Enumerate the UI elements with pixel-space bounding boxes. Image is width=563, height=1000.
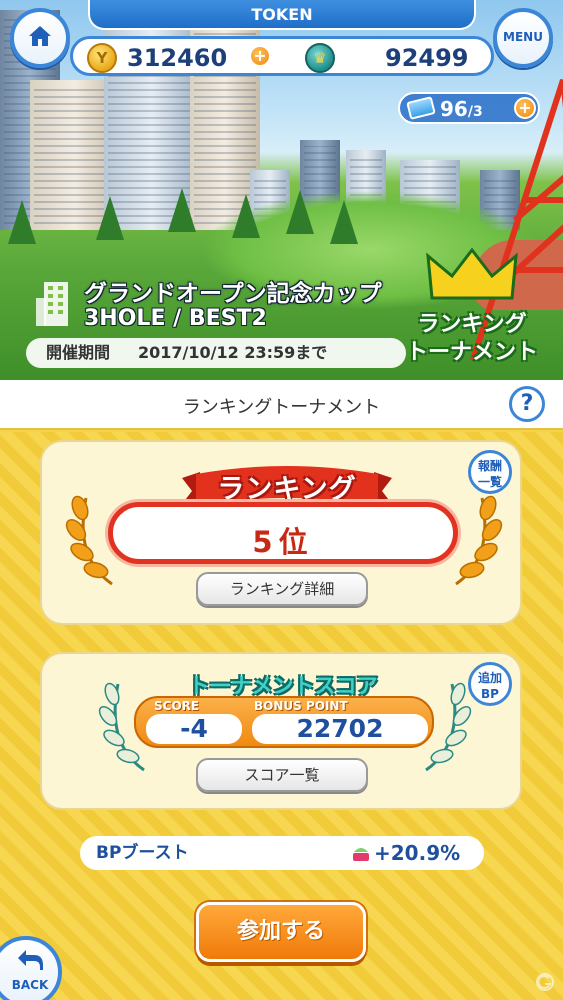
home-button[interactable] (10, 8, 70, 68)
bp-boost-label: BPブースト (96, 843, 189, 863)
building-icon (36, 282, 68, 326)
ranking-tournament-badge: ランキング トーナメント (398, 248, 546, 372)
period-label: 開催期間 (46, 343, 111, 362)
join-button[interactable]: 参加する (196, 902, 366, 962)
ranking-ribbon-label: ランキング (217, 474, 357, 505)
back-label: BACK (11, 978, 49, 992)
score-value: -4 (146, 714, 242, 744)
reward-button-line-2: 一覧 (477, 475, 502, 489)
event-format: 3HOLE / BEST2 (84, 306, 267, 331)
add-bp-line-1: 追加 (477, 671, 502, 685)
bp-icon (353, 848, 369, 861)
section-title: ランキングトーナメント (182, 397, 381, 418)
score-list-button[interactable]: スコア一覧 (196, 758, 368, 792)
tree (168, 188, 196, 232)
gold-coin-icon (87, 43, 117, 73)
bp-boost-value: +20.9% (374, 841, 461, 865)
tree (232, 194, 260, 238)
tree (96, 196, 124, 240)
rank-value: 5位 (252, 525, 314, 559)
ranking-card: 報酬 一覧 ランキング 5位 ランキング詳細 (40, 440, 522, 625)
crown-coin-count: 92499 (385, 44, 469, 72)
tree (8, 200, 36, 244)
bonus-point-value: 22702 (252, 714, 428, 744)
menu-button[interactable]: MENU (493, 8, 553, 68)
gold-coin-count: 312460 (127, 44, 228, 72)
event-name: グランドオープン記念カップ (84, 281, 382, 307)
score-label: SCORE (154, 699, 200, 713)
add-ticket-button[interactable]: + (514, 97, 536, 119)
add-bp-line-2: BP (481, 687, 499, 701)
section-header: ランキングトーナメント ? (0, 380, 563, 430)
score-panel: SCORE BONUS POINT -4 22702 (134, 696, 434, 748)
home-icon (29, 26, 51, 46)
bp-boost-bar: BPブースト +20.9% (80, 836, 484, 870)
badge-line-2: トーナメント (405, 340, 538, 365)
help-button[interactable]: ? (509, 386, 545, 422)
back-arrow-icon (18, 950, 43, 970)
tree (330, 200, 358, 244)
period-value: 2017/10/12 23:59まで (138, 343, 328, 362)
ticket-icon (406, 96, 436, 120)
ranking-detail-button[interactable]: ランキング詳細 (196, 572, 368, 606)
screen-title: TOKEN (88, 0, 476, 30)
reward-button-line-1: 報酬 (477, 459, 502, 473)
add-gold-coin-button[interactable]: + (249, 45, 271, 67)
event-period: 開催期間 2017/10/12 23:59まで (26, 338, 406, 368)
ticket-counter: 96/3 + (398, 92, 540, 124)
crown-icon (426, 248, 518, 300)
ticket-count: 96/3 (440, 97, 483, 121)
tournament-score-card: 追加 BP トーナメントスコア SCORE BONUS POINT -4 227… (40, 652, 522, 810)
watermark-logo-icon (536, 973, 554, 991)
tree (286, 190, 314, 234)
currency-bar: 312460 + 92499 (70, 36, 494, 76)
crown-coin-icon (305, 43, 335, 73)
add-bp-button[interactable]: 追加 BP (468, 662, 512, 706)
rank-display: 5位 (108, 502, 458, 564)
bonus-point-label: BONUS POINT (254, 699, 348, 713)
